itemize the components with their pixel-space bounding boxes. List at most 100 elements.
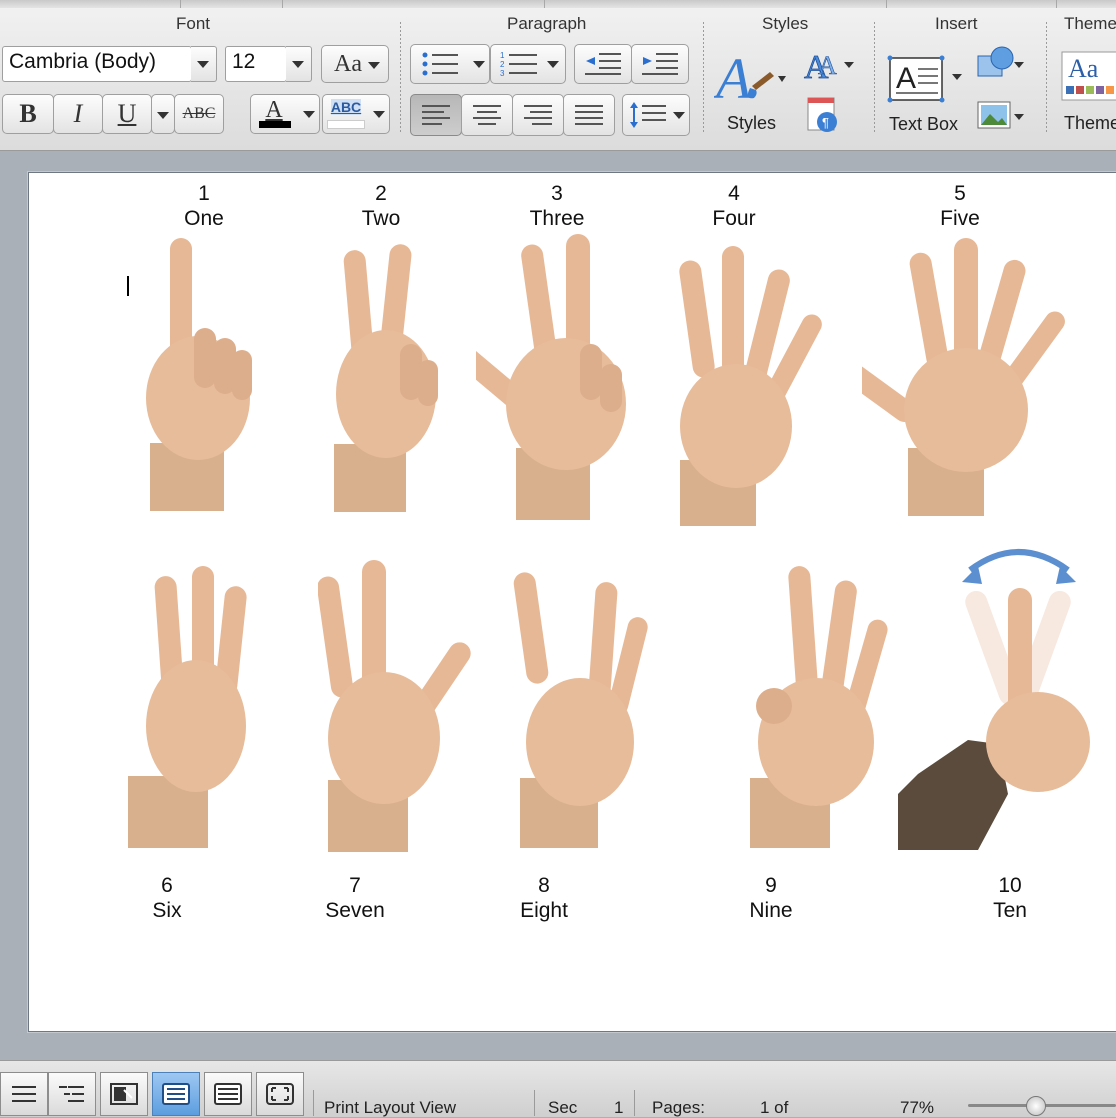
group-label-themes: Theme <box>1064 14 1116 33</box>
font-name-field[interactable]: Cambria (Body) <box>2 46 192 82</box>
draft-view-icon <box>12 1086 36 1102</box>
show-formatting-button[interactable]: ¶ <box>805 96 845 136</box>
highlight-button[interactable]: ABC <box>322 94 390 134</box>
draft-view-button[interactable] <box>0 1072 48 1116</box>
underline-icon: U <box>117 99 137 128</box>
outline-view-button[interactable] <box>48 1072 96 1116</box>
text-effects-button[interactable]: A A <box>802 44 858 86</box>
font-size-dropdown[interactable] <box>286 46 312 82</box>
align-left-button[interactable] <box>410 94 462 136</box>
styles-gallery-button[interactable]: A <box>712 42 794 112</box>
svg-text:A: A <box>896 62 916 95</box>
bullet-list-icon <box>422 52 458 76</box>
font-name-dropdown[interactable] <box>191 46 217 82</box>
pilcrow-page-icon: ¶ <box>807 97 837 132</box>
focus-view-icon <box>266 1083 294 1105</box>
status-section-value: 1 <box>614 1098 624 1117</box>
outline-view-icon <box>59 1086 84 1102</box>
publishing-layout-button[interactable] <box>100 1072 148 1116</box>
shapes-button[interactable] <box>974 44 1030 84</box>
shapes-icon <box>977 46 1024 77</box>
strikethrough-icon: ABC <box>182 105 216 122</box>
hand-eight-image[interactable] <box>510 566 650 850</box>
increase-indent-icon <box>642 53 678 75</box>
number-label-2: 2 Two <box>361 182 401 230</box>
text-cursor <box>127 276 129 296</box>
numbering-button[interactable]: 1 2 3 <box>490 44 566 84</box>
number-label-3: 3 Three <box>529 182 585 230</box>
font-color-button[interactable]: A <box>250 94 320 134</box>
print-layout-button[interactable] <box>152 1072 200 1116</box>
bullets-button[interactable] <box>410 44 490 84</box>
status-view-name: Print Layout View <box>324 1098 456 1117</box>
hand-six-image[interactable] <box>120 566 250 852</box>
svg-text:1: 1 <box>500 51 505 60</box>
ribbon-tab-strip <box>0 0 1116 8</box>
line-spacing-button[interactable] <box>622 94 690 136</box>
align-center-icon <box>473 105 501 125</box>
hand-nine-image[interactable] <box>744 566 888 850</box>
themes-color-swatches <box>1066 86 1116 94</box>
hand-one-image[interactable] <box>140 238 260 514</box>
focus-view-button[interactable] <box>256 1072 304 1116</box>
status-divider <box>634 1090 635 1116</box>
hand-seven-image[interactable] <box>318 560 478 856</box>
number-label-1: 1 One <box>184 182 224 230</box>
hand-ten-image[interactable] <box>898 544 1098 850</box>
svg-text:A: A <box>714 46 752 110</box>
status-pages-label: Pages: <box>652 1098 705 1117</box>
notebook-layout-button[interactable] <box>204 1072 252 1116</box>
print-layout-icon <box>162 1083 190 1105</box>
italic-icon: I <box>73 99 83 128</box>
text-box-button[interactable]: A <box>884 50 968 110</box>
hand-five-image[interactable] <box>862 238 1072 520</box>
decrease-indent-button[interactable] <box>574 44 632 84</box>
group-divider <box>874 22 875 134</box>
status-section-label: Sec <box>548 1098 578 1117</box>
zoom-percent: 77% <box>900 1098 935 1117</box>
number-label-4: 4 Four <box>712 182 756 230</box>
svg-text:¶: ¶ <box>822 115 829 130</box>
increase-indent-button[interactable] <box>631 44 689 84</box>
picture-icon <box>977 101 1024 129</box>
hand-four-image[interactable] <box>672 246 832 530</box>
decrease-indent-icon <box>585 53 621 75</box>
justify-button[interactable] <box>563 94 615 136</box>
number-label-6: 6 Six <box>152 874 182 922</box>
highlight-icon: ABC <box>327 99 365 129</box>
line-spacing-icon <box>630 102 666 128</box>
themes-button[interactable]: Aa <box>1060 48 1116 102</box>
align-right-button[interactable] <box>512 94 564 136</box>
zoom-slider-thumb[interactable] <box>1026 1096 1046 1116</box>
hand-two-image[interactable] <box>326 244 446 516</box>
justify-icon <box>575 105 603 125</box>
picture-button[interactable] <box>974 96 1030 136</box>
number-label-5: 5 Five <box>940 182 980 230</box>
change-case-button[interactable]: Aa <box>321 45 389 83</box>
hand-three-image[interactable] <box>476 234 636 524</box>
number-label-8: 8 Eight <box>520 874 568 922</box>
themes-preview-text: Aa <box>1068 54 1099 83</box>
number-label-10: 10 Ten <box>993 874 1027 922</box>
bold-button[interactable]: B <box>2 94 54 134</box>
underline-dropdown[interactable] <box>151 94 175 134</box>
change-case-icon: Aa <box>334 50 362 77</box>
strikethrough-button[interactable]: ABC <box>174 94 224 134</box>
bold-icon: B <box>19 99 37 128</box>
status-divider <box>534 1090 535 1116</box>
svg-text:3: 3 <box>500 69 505 78</box>
ribbon: Font Paragraph Styles Insert Theme Cambr… <box>0 0 1116 151</box>
svg-text:A: A <box>818 51 837 80</box>
align-center-button[interactable] <box>461 94 513 136</box>
number-label-9: 9 Nine <box>749 874 793 922</box>
group-label-font: Font <box>176 14 211 33</box>
italic-button[interactable]: I <box>53 94 103 134</box>
status-divider <box>313 1090 314 1116</box>
styles-label: Styles <box>727 113 777 133</box>
align-right-icon <box>524 105 552 125</box>
underline-button[interactable]: U <box>102 94 152 134</box>
font-color-icon: A <box>259 97 291 128</box>
group-divider <box>703 22 704 134</box>
font-size-field[interactable]: 12 <box>225 46 287 82</box>
themes-label: Theme <box>1064 113 1116 133</box>
